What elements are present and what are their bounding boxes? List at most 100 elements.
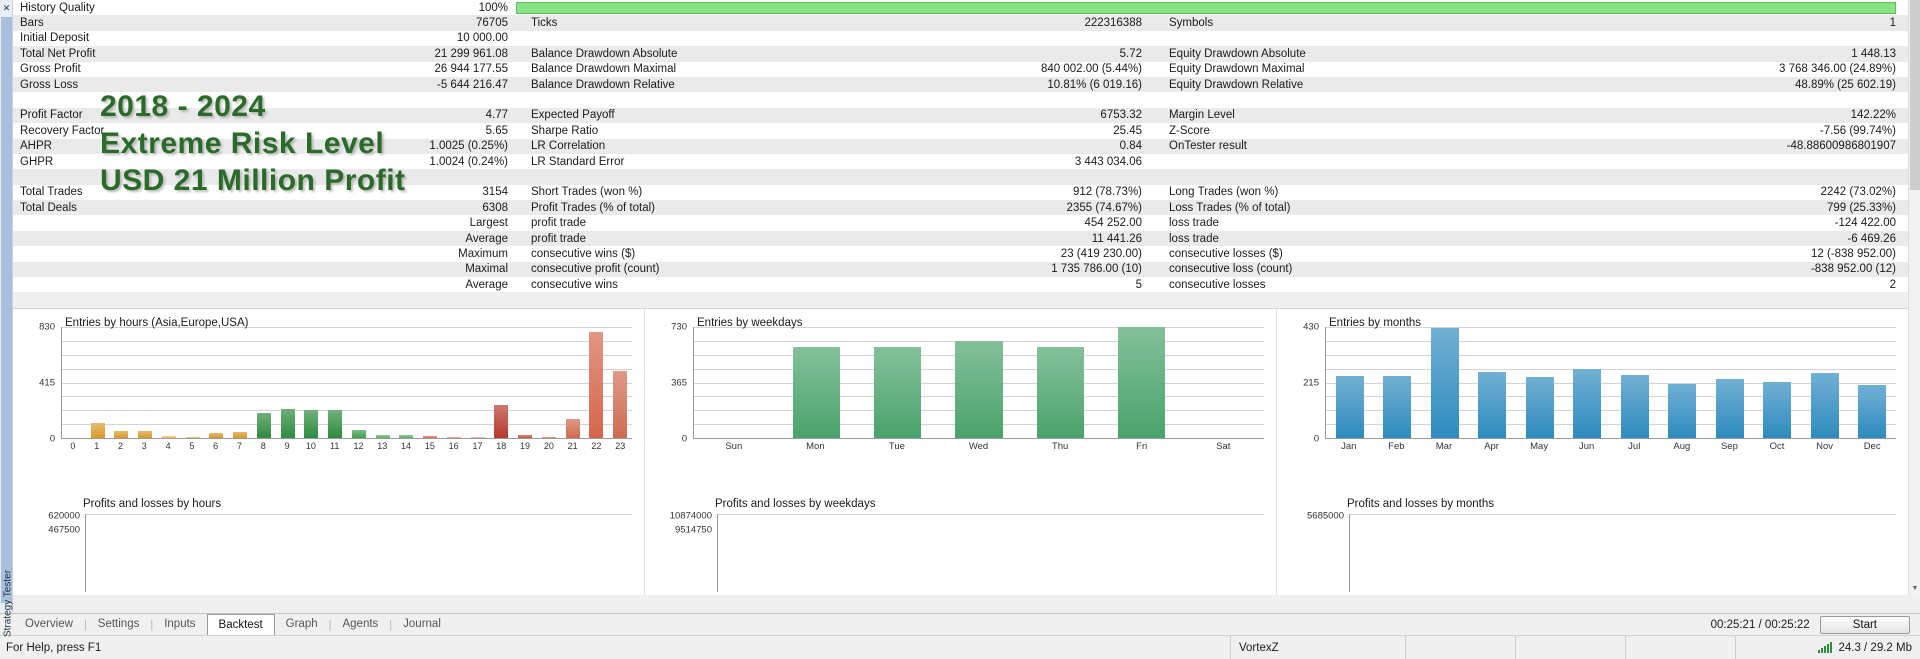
report-row: Gross Loss -5 644 216.47 Balance Drawdown … [13,76,1908,93]
report-row-value-2: 3 443 034.06 [1074,155,1142,168]
chart-panel: Entries by hours (Asia,Europe,USA) 830 415… [13,309,645,494]
report-row-value-1: 76705 [476,17,508,30]
chart-x-tick: 14 [401,441,412,451]
start-button[interactable]: Start [1819,615,1910,634]
report-row: Total Trades 3154 Short Trades (won %) 912 … [13,184,1908,201]
chart-x-tick: 5 [189,441,195,451]
report-row-label-3: Loss Trades (% of total) [1169,201,1291,214]
chart-bar-slot [608,327,632,438]
report-row-value-3: 799 (25.33%) [1826,201,1896,214]
chart-bar [1036,346,1084,438]
chart-bar-slot [252,327,276,438]
panel-title: Strategy Tester [2,569,14,638]
chart-x-tick: Tue [888,441,905,452]
report-row-label-3: consecutive losses [1169,278,1266,291]
report-row-value-1: Average [465,278,508,291]
chart-bar [1715,379,1744,438]
report-row-label-3: loss trade [1169,232,1219,245]
report-row-label-3: loss trade [1169,217,1219,230]
chart-bar-slot [86,327,110,438]
tab-graph[interactable]: Graph [275,614,329,635]
chart-bar [185,436,200,438]
report-row-value-2: 840 002.00 (5.44%) [1040,63,1142,76]
report-row-value-2: 6753.32 [1100,109,1142,122]
report-row-label-1: Initial Deposit [20,32,90,45]
report-row-value-2: 25.45 [1113,124,1142,137]
chart-bar-slot [181,327,205,438]
chart-bar [589,332,604,438]
chart-x-tick: Jun [1579,441,1595,452]
report-row-label-3: Equity Drawdown Maximal [1169,63,1305,76]
chart-x-tick: Sat [1216,441,1231,452]
report-row-value-1: Largest [469,217,508,230]
report-row-label-3: consecutive losses ($) [1169,247,1283,260]
chart-y-tick: 415 [39,377,55,389]
chart-x-tick: Mon [806,441,825,452]
chart-bar-slot [1659,327,1707,438]
chart-x-tick: 17 [472,441,483,451]
chart-x-axis: Sun Mon Tue Wed Thu Fri Sat [693,441,1264,457]
close-icon[interactable]: ✕ [0,0,13,16]
chart-plot [1325,327,1896,439]
report-row-label-2: consecutive wins ($) [531,247,636,260]
chart-bar [494,404,509,438]
scrollbar-thumb[interactable] [1910,0,1920,190]
chart-bars [1350,514,1896,592]
report-vertical-scrollbar[interactable]: ▲ ▼ [1908,0,1920,595]
chart-bar [613,371,627,438]
chart-x-tick: 19 [520,441,531,451]
tab-list: Overview | Settings | Inputs Backtest Graph | Ag… [14,614,452,637]
chart-bar-slot [1801,327,1849,438]
chart-bar-slot [1374,327,1422,438]
report-row-label-1: Gross Loss [20,78,79,91]
chart-bar-slot [1611,327,1659,438]
tab-inputs[interactable]: Inputs [153,614,206,635]
report-row-label-1: Total Deals [20,201,77,214]
report-row-value-2: 912 (78.73%) [1072,186,1142,199]
report-row-label-2: profit trade [531,232,586,245]
chart-x-tick: 10 [305,441,316,451]
signal-bars-icon [1818,642,1833,653]
chart-bar-slot [157,327,181,438]
report-row-value-1: Maximum [458,247,508,260]
tab-settings[interactable]: Settings [87,614,151,635]
chart-y-tick: 830 [39,321,55,333]
chart-y-tick: 0 [1313,433,1319,445]
chart-bar [209,433,224,438]
report-row-label-2: consecutive wins [531,278,618,291]
chart-title: Entries by hours (Asia,Europe,USA) [65,317,249,329]
profit-loss-chart-panel: Profits and losses by hours 620000 467500 [13,494,645,595]
tab-agents[interactable]: Agents [331,614,389,635]
status-empty-2 [1515,636,1625,659]
tab-journal[interactable]: Journal [392,614,452,635]
chart-x-tick: 12 [353,441,364,451]
chart-bar-slot [1020,327,1101,438]
scroll-down-icon[interactable]: ▼ [1909,583,1920,595]
chart-bar-slot [1754,327,1802,438]
profit-loss-chart-panel: Profits and losses by months 5685000 [1277,494,1908,595]
status-empty-1 [1405,636,1515,659]
chart-y-tick: 620000 [48,510,80,522]
report-row-label-2: Short Trades (won %) [531,186,643,199]
chart-bar [792,346,840,438]
chart-x-tick: Jan [1341,441,1357,452]
chart-x-tick: Mar [1435,441,1453,452]
chart-title: Profits and losses by weekdays [715,498,876,510]
report-row: Maximal consecutive profit (count) 1 735 7… [13,261,1908,278]
chart-panel: Entries by weekdays 730 365 0 Sun Mon Tue Wed Th… [645,309,1277,494]
chart-bars [62,327,632,438]
chart-x-tick: May [1530,441,1549,452]
chart-bars [694,327,1264,438]
report-row-value-1: 6308 [482,201,508,214]
chart-x-tick: 13 [377,441,388,451]
chart-bar [399,434,414,438]
report-row-value-1: 1.0024 (0.24%) [429,155,508,168]
tab-backtest[interactable]: Backtest [206,614,275,637]
report-row-label-3: Equity Drawdown Absolute [1169,47,1306,60]
report-row-value-2: 454 252.00 [1084,217,1142,230]
chart-y-tick: 730 [671,321,687,333]
chart-bar-slot [418,327,442,438]
chart-plot-area: 830 415 0 0 1 2 3 4 5 6 7 8 9 10 11 12 13 14 15 16 17 18 19 20 2… [19,322,638,457]
chart-x-axis: 0 1 2 3 4 5 6 7 8 9 10 11 12 13 14 15 16 17 18 19 20 21 22 23 [61,441,632,457]
tab-overview[interactable]: Overview [14,614,84,635]
